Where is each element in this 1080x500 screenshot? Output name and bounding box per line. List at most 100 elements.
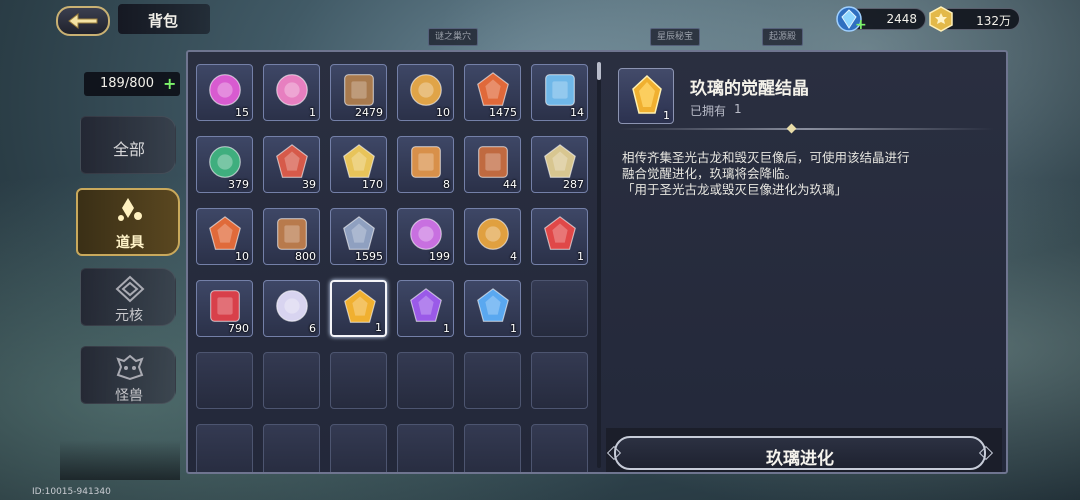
item-slot[interactable]: 1 bbox=[263, 64, 320, 121]
item-count: 379 bbox=[228, 178, 249, 191]
item-slot[interactable]: 1 bbox=[397, 280, 454, 337]
item-slot[interactable]: 15 bbox=[196, 64, 253, 121]
item-count: 1475 bbox=[489, 106, 517, 119]
panel-tab: 星辰秘宝 bbox=[650, 28, 701, 46]
back-button[interactable] bbox=[56, 6, 110, 36]
item-count: 6 bbox=[309, 322, 316, 335]
scroll-bundle-icon bbox=[344, 74, 374, 106]
item-slot[interactable]: 2479 bbox=[330, 64, 387, 121]
item-slot[interactable]: 800 bbox=[263, 208, 320, 265]
magnifier-card-icon bbox=[411, 146, 441, 178]
page-title: 背包 bbox=[148, 12, 179, 30]
user-id: ID:10015-941340 bbox=[32, 487, 111, 497]
item-count: 199 bbox=[429, 250, 450, 263]
item-count: 2479 bbox=[355, 106, 383, 119]
item-count: 14 bbox=[570, 106, 584, 119]
hourglass-badge-icon bbox=[478, 146, 508, 178]
grid-scroll-thumb[interactable] bbox=[597, 62, 601, 80]
item-slot[interactable]: 1 bbox=[531, 208, 588, 265]
tab-all[interactable]: 全部 bbox=[80, 116, 176, 174]
item-slot[interactable]: 44 bbox=[464, 136, 521, 193]
item-count: 1 bbox=[443, 322, 450, 335]
item-slot[interactable]: 1475 bbox=[464, 64, 521, 121]
item-description: 相传齐集圣光古龙和毁灭巨像后，可使用该结晶进行 融合觉醒进化，玖璃将会降临。 「… bbox=[622, 150, 910, 197]
owned-label: 已拥有 bbox=[690, 104, 727, 118]
add-gems-icon[interactable]: + bbox=[855, 18, 867, 32]
item-count: 170 bbox=[362, 178, 383, 191]
item-slot[interactable]: 14 bbox=[531, 64, 588, 121]
item-slot[interactable]: 287 bbox=[531, 136, 588, 193]
item-slot[interactable]: 39 bbox=[263, 136, 320, 193]
red-crest-icon bbox=[210, 290, 240, 322]
item-grid: 15 1 2479 10 1475 14 379 39 170 8 44 287 10 800 1595 19… bbox=[196, 64, 594, 472]
item-count: 10 bbox=[436, 106, 450, 119]
tab-monster[interactable]: 怪兽 bbox=[80, 346, 176, 404]
empty-slot bbox=[196, 352, 253, 409]
item-count: 1 bbox=[510, 322, 517, 335]
red-cross-icon bbox=[544, 216, 576, 250]
item-slot[interactable]: 6 bbox=[263, 280, 320, 337]
crossed-swords-icon bbox=[343, 216, 375, 250]
item-name: 玖璃的觉醒结晶 bbox=[690, 79, 809, 99]
puzzle-icon bbox=[545, 74, 575, 106]
empty-slot bbox=[263, 424, 320, 472]
item-slot[interactable]: 379 bbox=[196, 136, 253, 193]
item-slot[interactable]: 199 bbox=[397, 208, 454, 265]
item-count: 790 bbox=[228, 322, 249, 335]
item-slot[interactable]: 4 bbox=[464, 208, 521, 265]
back-arrow-icon bbox=[68, 12, 98, 30]
item-slot[interactable]: 10 bbox=[397, 64, 454, 121]
item-slot[interactable]: 790 bbox=[196, 280, 253, 337]
ore-icon bbox=[544, 144, 576, 178]
item-count: 15 bbox=[235, 106, 249, 119]
gold-count: 132万 bbox=[976, 14, 1011, 28]
empty-slot bbox=[196, 424, 253, 472]
item-slot[interactable]: 170 bbox=[330, 136, 387, 193]
tab-label: 道具 bbox=[116, 235, 144, 251]
winged-star-icon bbox=[343, 144, 375, 178]
red-gem-icon bbox=[276, 144, 308, 178]
evolve-button[interactable]: 玖璃进化 bbox=[606, 436, 994, 470]
item-count: 10 bbox=[235, 250, 249, 263]
panel-tab: 起源殿 bbox=[762, 28, 804, 46]
item-count: 1 bbox=[309, 106, 316, 119]
empty-slot bbox=[464, 424, 521, 472]
flame-crest-icon bbox=[477, 72, 509, 106]
grid-scrollbar[interactable] bbox=[597, 62, 601, 468]
item-count: 287 bbox=[563, 178, 584, 191]
tab-label: 怪兽 bbox=[115, 388, 143, 404]
white-flower-icon bbox=[276, 290, 308, 322]
item-slot[interactable]: 10 bbox=[196, 208, 253, 265]
tab-items[interactable]: 道具 bbox=[76, 188, 180, 256]
owned-value: 1 bbox=[734, 102, 742, 116]
gold-currency[interactable]: 132万 bbox=[929, 6, 1020, 32]
item-slot[interactable]: 8 bbox=[397, 136, 454, 193]
evolve-button-label: 玖璃进化 bbox=[766, 449, 834, 469]
green-orb-icon bbox=[209, 146, 241, 178]
item-count: 39 bbox=[302, 178, 316, 191]
item-count: 1595 bbox=[355, 250, 383, 263]
item-count: 44 bbox=[503, 178, 517, 191]
potion-icon bbox=[209, 74, 241, 106]
empty-slot bbox=[531, 424, 588, 472]
gold-coin-icon bbox=[929, 6, 953, 32]
monster-icon bbox=[116, 354, 144, 381]
item-slot[interactable]: 1 bbox=[330, 280, 387, 337]
item-count: 1 bbox=[663, 109, 670, 122]
empty-slot bbox=[464, 352, 521, 409]
blue-crystal-icon bbox=[477, 288, 509, 322]
side-footer-decoration bbox=[60, 440, 180, 480]
capacity-text: 189/800 bbox=[100, 76, 155, 91]
mask-icon bbox=[276, 74, 308, 106]
item-slot[interactable]: 1 bbox=[464, 280, 521, 337]
wood-tablet-icon bbox=[277, 218, 307, 250]
purple-crystal-icon bbox=[410, 288, 442, 322]
item-slot[interactable]: 1595 bbox=[330, 208, 387, 265]
item-count: 800 bbox=[295, 250, 316, 263]
expand-capacity-icon[interactable]: + bbox=[163, 74, 176, 93]
golden-eye-icon bbox=[477, 218, 509, 250]
tab-core[interactable]: 元核 bbox=[80, 268, 176, 326]
gem-currency[interactable]: + 2448 bbox=[836, 6, 926, 32]
gem-count: 2448 bbox=[886, 12, 917, 26]
empty-slot bbox=[397, 424, 454, 472]
